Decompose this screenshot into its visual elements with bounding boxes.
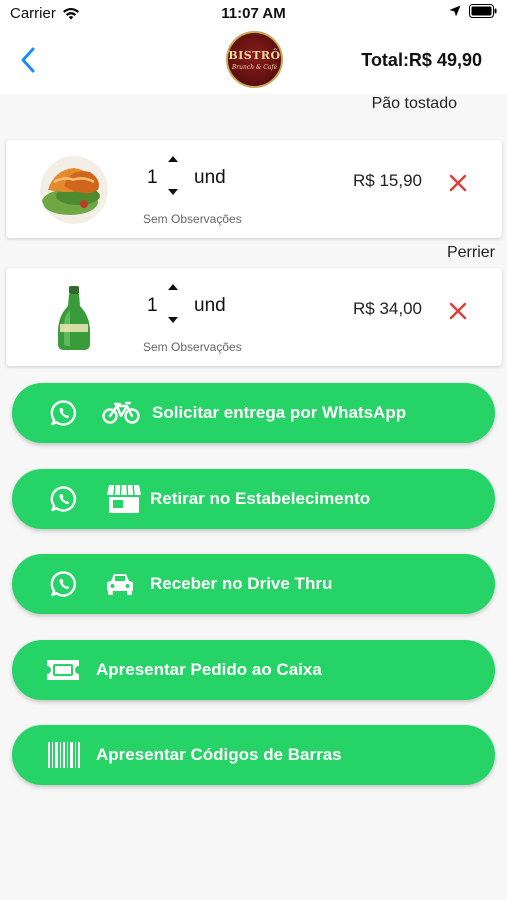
quantity-unit: und <box>194 167 226 188</box>
quantity-unit: und <box>194 295 226 316</box>
cart-item-card: 1 und Sem Observações R$ 15,90 <box>6 140 502 238</box>
button-label: Retirar no Estabelecimento <box>150 489 371 508</box>
quantity-value: 1 <box>147 295 158 316</box>
car-icon <box>107 574 133 595</box>
status-right-group <box>449 4 497 18</box>
store-pickup-button[interactable]: Retirar no Estabelecimento <box>12 469 495 529</box>
drive-thru-button[interactable]: Receber no Drive Thru <box>12 554 495 614</box>
back-button[interactable] <box>14 46 42 74</box>
quantity-increase-icon[interactable] <box>166 282 180 292</box>
button-label: Apresentar Códigos de Barras <box>96 745 342 764</box>
order-total: Total:R$ 49,90 <box>361 50 482 70</box>
item-observation: Sem Observações <box>143 340 242 354</box>
quantity-decrease-icon[interactable] <box>166 315 180 325</box>
whatsapp-icon <box>50 486 77 512</box>
quantity-decrease-icon[interactable] <box>166 187 180 197</box>
barcode-icon <box>48 742 80 768</box>
remove-item-icon[interactable] <box>448 173 468 193</box>
status-time: 11:07 AM <box>221 5 286 22</box>
status-bar: Carrier 11:07 AM <box>0 0 507 28</box>
restaurant-logo: BISTRÔ Brunch & Café <box>226 31 283 88</box>
present-barcodes-button[interactable]: Apresentar Códigos de Barras <box>12 725 495 785</box>
logo-subtitle: Brunch & Café <box>231 63 278 71</box>
item-note: Perrier <box>446 244 495 261</box>
cart-item-card: 1 und Sem Observações R$ 34,00 <box>6 268 502 366</box>
button-label: Solicitar entrega por WhatsApp <box>152 403 407 422</box>
whatsapp-icon <box>50 571 77 597</box>
perrier-bottle-image <box>40 284 108 352</box>
location-arrow-icon <box>449 5 461 17</box>
battery-icon <box>469 4 497 18</box>
present-order-button[interactable]: Apresentar Pedido ao Caixa <box>12 640 495 700</box>
item-price: R$ 15,90 <box>353 171 422 190</box>
button-label: Receber no Drive Thru <box>150 574 333 593</box>
item-observation: Sem Observações <box>143 212 242 226</box>
nav-bar: BISTRÔ Brunch & Café Total:R$ 49,90 <box>0 28 507 94</box>
logo-title: BISTRÔ <box>228 48 281 62</box>
quantity-value: 1 <box>147 167 158 188</box>
ticket-icon <box>47 660 79 680</box>
item-price: R$ 34,00 <box>353 299 422 318</box>
bicycle-icon <box>102 401 140 424</box>
button-label: Apresentar Pedido ao Caixa <box>96 660 322 679</box>
whatsapp-delivery-button[interactable]: Solicitar entrega por WhatsApp <box>12 383 495 443</box>
item-note: Pão tostado <box>371 95 457 112</box>
whatsapp-icon <box>50 400 77 426</box>
chevron-left-icon <box>21 47 35 73</box>
quantity-increase-icon[interactable] <box>166 154 180 164</box>
store-icon <box>107 484 141 513</box>
remove-item-icon[interactable] <box>448 301 468 321</box>
pastry-image <box>40 156 108 224</box>
